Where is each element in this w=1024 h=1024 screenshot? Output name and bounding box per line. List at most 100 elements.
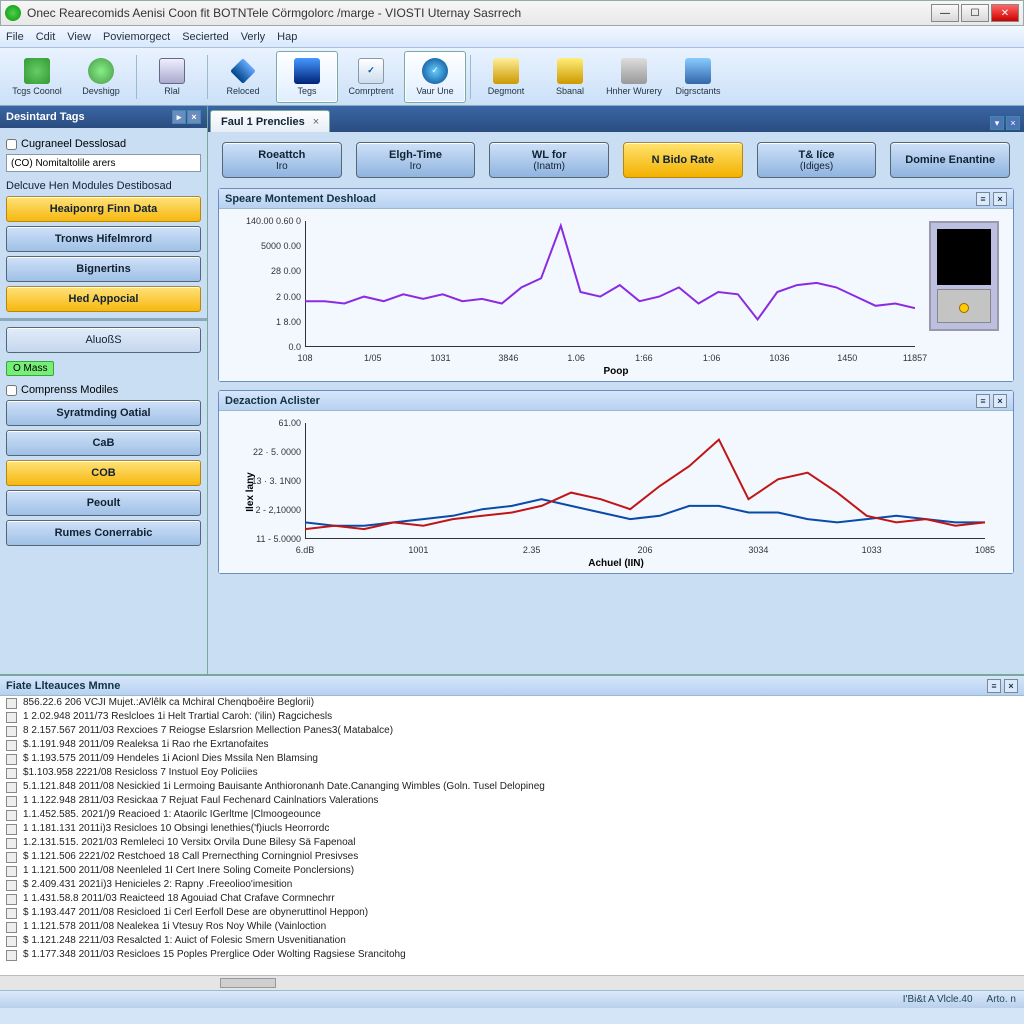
- y-tick: 2 0.00: [227, 292, 301, 302]
- message-row[interactable]: 1 1.122.948 2811/03 Resickaa 7 Rejuat Fa…: [0, 794, 1024, 808]
- sidebar-btn-cob[interactable]: COB: [6, 460, 201, 486]
- message-row[interactable]: 856.22.6 206 VCJI Mujet.:AVlêlk ca Mchir…: [0, 696, 1024, 710]
- toolbar-rlal[interactable]: Rlal: [141, 51, 203, 103]
- sidebar-btn-syratmding-oatial[interactable]: Syratmding Oatial: [6, 400, 201, 426]
- toolbar-tegs[interactable]: Tegs: [276, 51, 338, 103]
- tabstrip-menu-icon[interactable]: ▾: [990, 116, 1004, 130]
- filter-btn-elgh-time[interactable]: Elgh-TimeIro: [356, 142, 476, 178]
- message-row[interactable]: $ 1.121.506 2221/02 Restchoed 18 Call Pr…: [0, 850, 1024, 864]
- tab-close-icon[interactable]: ×: [313, 116, 319, 128]
- panel2-opts-icon[interactable]: ≡: [976, 394, 990, 408]
- filter-btn-t&-iíce[interactable]: T& Iíce(Idiges): [757, 142, 877, 178]
- sidebar-pin-icon[interactable]: ▸: [172, 110, 186, 124]
- ok-icon: [422, 58, 448, 84]
- minimize-button[interactable]: —: [931, 4, 959, 22]
- x-tick: 3846: [498, 353, 518, 363]
- filter-btn-wl-for[interactable]: WL for(Inatm): [489, 142, 609, 178]
- sidebar-badge: O Mass: [6, 361, 54, 376]
- sidebar-btn-tronws-hifelmrord[interactable]: Tronws Hifelmrord: [6, 226, 201, 252]
- wiz-icon: [493, 58, 519, 84]
- menu-edit[interactable]: Cdit: [36, 31, 56, 43]
- window-titlebar: Onec Rearecomids Aenisi Coon fit BOTNTel…: [0, 0, 1024, 26]
- message-row[interactable]: $ 1.121.248 2211/03 Resalcted 1: Auict o…: [0, 934, 1024, 948]
- message-icon: [6, 866, 17, 877]
- message-row[interactable]: $.1.191.948 2011/09 Realeksa 1i Rao rhe …: [0, 738, 1024, 752]
- sidebar-mid-button[interactable]: AluoßS: [6, 327, 201, 353]
- filter-btn-roeattch[interactable]: RoeattchIro: [222, 142, 342, 178]
- message-icon: [6, 740, 17, 751]
- toolbar-sbanal[interactable]: Sbanal: [539, 51, 601, 103]
- message-row[interactable]: $1.103.958 2221/08 Resicloss 7 Instuol E…: [0, 766, 1024, 780]
- message-row[interactable]: 1.2.131.515. 2021/03 Remleleci 10 Versit…: [0, 836, 1024, 850]
- message-icon: [6, 768, 17, 779]
- x-tick: 1/05: [364, 353, 382, 363]
- toolbar-devshigp[interactable]: Devshigp: [70, 51, 132, 103]
- panel1-opts-icon[interactable]: ≡: [976, 192, 990, 206]
- sidebar-btn-bignertins[interactable]: Bignertins: [6, 256, 201, 282]
- sidebar-btn-cab[interactable]: CaB: [6, 430, 201, 456]
- messages-opts-icon[interactable]: ≡: [987, 679, 1001, 693]
- message-row[interactable]: 5.1.121.848 2011/08 Nesickied 1i Lermoin…: [0, 780, 1024, 794]
- y-tick: 5000 0.00: [227, 241, 301, 251]
- sidebar-btn-heaiponrg-finn-data[interactable]: Heaiponrg Finn Data: [6, 196, 201, 222]
- tabstrip-close-icon[interactable]: ×: [1006, 116, 1020, 130]
- panel2-close-icon[interactable]: ×: [993, 394, 1007, 408]
- menu-help[interactable]: Hap: [277, 31, 297, 43]
- toolbar-reloced[interactable]: Reloced: [212, 51, 274, 103]
- message-row[interactable]: $ 1.193.447 2011/08 Resicloed 1i Cerl Ee…: [0, 906, 1024, 920]
- sidebar-btn-hed-appocial[interactable]: Hed Appocial: [6, 286, 201, 312]
- filter-btn-domine-enantine[interactable]: Domine Enantine: [890, 142, 1010, 178]
- x-tick: 1031: [431, 353, 451, 363]
- y-tick: 140.00 0.60 0: [227, 216, 301, 226]
- menu-project[interactable]: Poviemorgect: [103, 31, 170, 43]
- sidebar-btn-rumes-conerrabic[interactable]: Rumes Conerrabic: [6, 520, 201, 546]
- message-row[interactable]: 1 1.431.58.8 2011/03 Reaicteed 18 Agouia…: [0, 892, 1024, 906]
- close-button[interactable]: ✕: [991, 4, 1019, 22]
- menu-verify[interactable]: Verly: [241, 31, 265, 43]
- message-row[interactable]: $ 1.193.575 2011/09 Hendeles 1i Acionl D…: [0, 752, 1024, 766]
- toolbar-tcgs-coonol[interactable]: Tcgs Coonol: [6, 51, 68, 103]
- message-row[interactable]: 1 2.02.948 2011/73 Reslcloes 1i Helt Tra…: [0, 710, 1024, 724]
- menu-file[interactable]: File: [6, 31, 24, 43]
- messages-close-icon[interactable]: ×: [1004, 679, 1018, 693]
- message-row[interactable]: 1 1.181.131 2011i)3 Resicloes 10 Obsingi…: [0, 822, 1024, 836]
- fold-icon: [557, 58, 583, 84]
- message-row[interactable]: 8 2.157.567 2011/03 Rexcioes 7 Reiogse E…: [0, 724, 1024, 738]
- toolbar-vaur-une[interactable]: Vaur Une: [404, 51, 466, 103]
- messages-list[interactable]: 856.22.6 206 VCJI Mujet.:AVlêlk ca Mchir…: [0, 696, 1024, 975]
- message-row[interactable]: 1 1.121.500 2011/08 Neenleled 1I Cert In…: [0, 864, 1024, 878]
- message-row[interactable]: $ 1.177.348 2011/03 Resicloes 15 Poples …: [0, 948, 1024, 962]
- sidebar-check-2[interactable]: Comprenss Modiles: [6, 384, 201, 396]
- panel-monitor: Speare Montement Deshload ≡ × 140.00 0.6…: [218, 188, 1014, 382]
- x-tick: 3034: [748, 545, 768, 555]
- panel1-title: Speare Montement Deshload: [225, 193, 376, 205]
- toolbar-comrptrent[interactable]: Comrptrent: [340, 51, 402, 103]
- message-row[interactable]: 1 1.121.578 2011/08 Nealekea 1i Vtesuy R…: [0, 920, 1024, 934]
- sidebar-check-1[interactable]: Cugraneel Desslosad: [6, 138, 201, 150]
- sidebar-filter-input[interactable]: [6, 154, 201, 172]
- message-row[interactable]: $ 2.409.431 2021i)3 Henicieles 2: Rapny …: [0, 878, 1024, 892]
- y-tick: 2 - 2,10000: [227, 505, 301, 515]
- sidebar-title: Desintard Tags: [6, 111, 85, 123]
- sidebar-btn-peoult[interactable]: Peoult: [6, 490, 201, 516]
- message-row[interactable]: 1.1.452.585. 2021/)9 Reacioed 1: Ataoril…: [0, 808, 1024, 822]
- diam-icon: [230, 58, 256, 84]
- menu-selected[interactable]: Secierted: [182, 31, 228, 43]
- sidebar: Desintard Tags ▸ × Cugraneel Desslosad D…: [0, 106, 208, 674]
- toolbar-degmont[interactable]: Degmont: [475, 51, 537, 103]
- x-tick: 1001: [408, 545, 428, 555]
- tab-active[interactable]: Faul 1 Prenclies ×: [210, 110, 330, 132]
- chart-legend-device-icon: [929, 221, 999, 331]
- y-tick: 28 0.00: [227, 266, 301, 276]
- messages-hscroll[interactable]: [0, 975, 1024, 990]
- menu-view[interactable]: View: [67, 31, 91, 43]
- x-tick: 1033: [862, 545, 882, 555]
- status-version: I'Bi&t A Vlcle.40: [903, 994, 973, 1005]
- panel1-close-icon[interactable]: ×: [993, 192, 1007, 206]
- sidebar-close-icon[interactable]: ×: [187, 110, 201, 124]
- x-tick: 1036: [769, 353, 789, 363]
- toolbar-digrsctants[interactable]: Digrsctants: [667, 51, 729, 103]
- toolbar-hnher-wurery[interactable]: Hnher Wurery: [603, 51, 665, 103]
- filter-btn-n-bido-rate[interactable]: N Bido Rate: [623, 142, 743, 178]
- maximize-button[interactable]: ☐: [961, 4, 989, 22]
